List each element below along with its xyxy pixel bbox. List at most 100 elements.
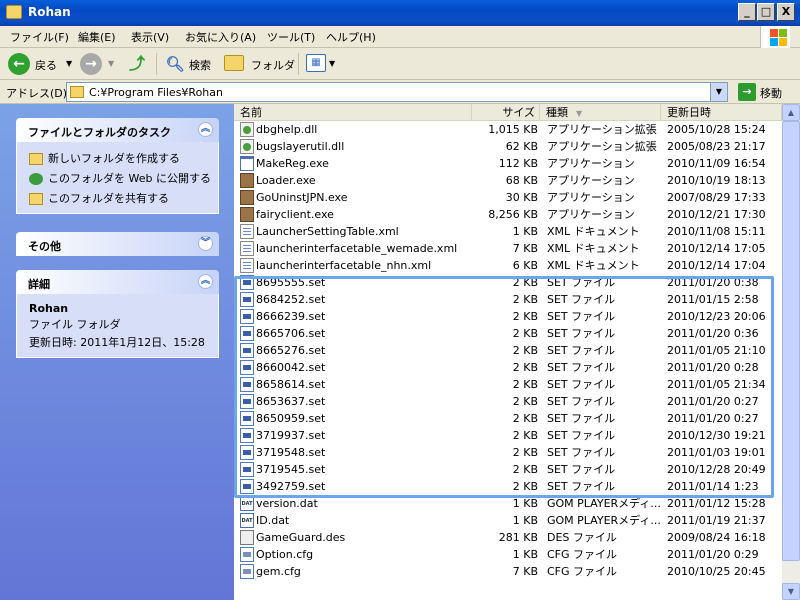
views-icon[interactable]: ▦ xyxy=(306,54,326,72)
file-row[interactable]: DAT ID.dat 1 KB GOM PLAYERメディ... 2011/01/19 … xyxy=(234,512,782,529)
file-type: アプリケーション xyxy=(547,157,635,170)
file-row[interactable]: GoUninstJPN.exe 30 KB アプリケーション 2007/08/29 1… xyxy=(234,189,782,206)
task-label[interactable]: このフォルダを Web に公開する xyxy=(48,172,211,185)
back-dropdown-icon[interactable]: ▼ xyxy=(66,59,72,68)
details-name: Rohan xyxy=(29,302,69,315)
file-row[interactable]: 3719548.set 2 KB SET ファイル 2011/01/03 19:01 xyxy=(234,444,782,461)
other-panel: その他 ︾ xyxy=(16,232,219,256)
maximize-button[interactable]: □ xyxy=(757,3,775,21)
set-file-icon xyxy=(240,377,254,392)
file-row[interactable]: launcherinterfacetable_wemade.xml 7 KB XML… xyxy=(234,240,782,257)
file-size: 7 KB xyxy=(512,242,538,255)
file-row[interactable]: launcherinterfacetable_nhn.xml 6 KB XML ドキ… xyxy=(234,257,782,274)
task-label[interactable]: 新しいフォルダを作成する xyxy=(48,152,180,165)
file-row[interactable]: GameGuard.des 281 KB DES ファイル 2009/08/24 16… xyxy=(234,529,782,546)
task-share-folder[interactable]: このフォルダを共有する xyxy=(29,190,169,206)
minimize-button[interactable]: _ xyxy=(738,3,756,21)
folders-button-label[interactable]: フォルダ xyxy=(251,57,295,73)
file-size: 2 KB xyxy=(512,361,538,374)
menu-help[interactable]: ヘルプ(H) xyxy=(326,29,376,45)
scroll-up-icon[interactable]: ▲ xyxy=(782,104,800,121)
column-type[interactable]: 種類 ▼ xyxy=(540,104,661,121)
des-file-icon xyxy=(240,530,254,545)
other-panel-header[interactable]: その他 ︾ xyxy=(16,232,219,256)
column-date[interactable]: 更新日時 xyxy=(661,104,782,121)
file-row[interactable]: 8695555.set 2 KB SET ファイル 2011/01/20 0:38 xyxy=(234,274,782,291)
address-path[interactable]: C:¥Program Files¥Rohan xyxy=(89,86,223,99)
file-size: 1 KB xyxy=(512,514,538,527)
forward-dropdown-icon[interactable]: ▼ xyxy=(108,59,114,68)
sort-arrow-icon: ▼ xyxy=(576,109,583,118)
file-row[interactable]: 8660042.set 2 KB SET ファイル 2011/01/20 0:28 xyxy=(234,359,782,376)
column-size[interactable]: サイズ xyxy=(472,104,540,121)
file-type: SET ファイル xyxy=(547,395,616,408)
menu-tools[interactable]: ツール(T) xyxy=(267,29,315,45)
file-row[interactable]: 8666239.set 2 KB SET ファイル 2010/12/23 20:06 xyxy=(234,308,782,325)
file-row[interactable]: 8650959.set 2 KB SET ファイル 2011/01/20 0:27 xyxy=(234,410,782,427)
go-button-label[interactable]: 移動 xyxy=(760,85,782,101)
back-button-label[interactable]: 戻る xyxy=(35,57,57,73)
file-row[interactable]: 8665276.set 2 KB SET ファイル 2011/01/05 21:10 xyxy=(234,342,782,359)
file-row[interactable]: LauncherSettingTable.xml 1 KB XML ドキュメント 20… xyxy=(234,223,782,240)
up-folder-icon[interactable]: ⤴ xyxy=(126,53,148,75)
menu-view[interactable]: 表示(V) xyxy=(131,29,169,45)
collapse-chevron-icon[interactable]: ︽ xyxy=(198,274,213,289)
views-dropdown-icon[interactable]: ▼ xyxy=(329,59,335,68)
tasks-panel: ファイルとフォルダのタスク ︽ 新しいフォルダを作成する このフォルダを Web… xyxy=(16,118,219,214)
address-input[interactable]: C:¥Program Files¥Rohan ▼ xyxy=(66,82,728,102)
file-row[interactable]: 3492759.set 2 KB SET ファイル 2011/01/14 1:23 xyxy=(234,478,782,495)
file-row[interactable]: 8653637.set 2 KB SET ファイル 2011/01/20 0:27 xyxy=(234,393,782,410)
file-type: SET ファイル xyxy=(547,446,616,459)
column-header: 名前 サイズ 種類 ▼ 更新日時 xyxy=(234,104,782,121)
search-icon[interactable]: 🔍︎ xyxy=(164,53,186,75)
file-date: 2011/01/20 0:27 xyxy=(667,412,759,425)
column-name[interactable]: 名前 xyxy=(234,104,472,121)
xml-file-icon xyxy=(240,258,254,273)
file-name: GameGuard.des xyxy=(256,531,346,544)
scroll-down-icon[interactable]: ▼ xyxy=(782,583,800,600)
file-row[interactable]: 3719545.set 2 KB SET ファイル 2010/12/28 20:49 xyxy=(234,461,782,478)
vertical-scrollbar[interactable]: ▲ ▼ xyxy=(782,104,800,600)
file-size: 8,256 KB xyxy=(488,208,538,221)
back-arrow-icon[interactable]: ← xyxy=(8,53,30,75)
set-file-icon xyxy=(240,275,254,290)
menu-file[interactable]: ファイル(F) xyxy=(10,29,69,45)
file-row[interactable]: DAT version.dat 1 KB GOM PLAYERメディ... 2011/0… xyxy=(234,495,782,512)
details-panel-header[interactable]: 詳細 ︽ xyxy=(16,270,219,294)
task-publish-web[interactable]: このフォルダを Web に公開する xyxy=(29,170,211,186)
file-row[interactable]: 8665706.set 2 KB SET ファイル 2011/01/20 0:36 xyxy=(234,325,782,342)
menu-edit[interactable]: 編集(E) xyxy=(78,29,116,45)
task-new-folder[interactable]: 新しいフォルダを作成する xyxy=(29,150,180,166)
expand-chevron-icon[interactable]: ︾ xyxy=(198,236,213,251)
file-size: 2 KB xyxy=(512,310,538,323)
task-label[interactable]: このフォルダを共有する xyxy=(48,192,169,205)
file-row[interactable]: 3719937.set 2 KB SET ファイル 2010/12/30 19:21 xyxy=(234,427,782,444)
title-bar: Rohan _ □ X xyxy=(0,0,800,26)
close-button[interactable]: X xyxy=(777,3,795,21)
scroll-thumb[interactable] xyxy=(782,121,800,561)
search-button-label[interactable]: 検索 xyxy=(189,57,211,73)
file-row[interactable]: Option.cfg 1 KB CFG ファイル 2011/01/20 0:29 xyxy=(234,546,782,563)
tasks-panel-header[interactable]: ファイルとフォルダのタスク ︽ xyxy=(16,118,219,142)
file-size: 2 KB xyxy=(512,480,538,493)
file-row[interactable]: 8658614.set 2 KB SET ファイル 2011/01/05 21:34 xyxy=(234,376,782,393)
file-name: fairyclient.exe xyxy=(256,208,334,221)
forward-arrow-icon[interactable]: → xyxy=(80,53,102,75)
set-file-icon xyxy=(240,360,254,375)
file-row[interactable]: MakeReg.exe 112 KB アプリケーション 2010/11/09 16:5… xyxy=(234,155,782,172)
file-row[interactable]: 8684252.set 2 KB SET ファイル 2011/01/15 2:58 xyxy=(234,291,782,308)
folders-icon[interactable] xyxy=(224,55,244,71)
file-date: 2011/01/14 1:23 xyxy=(667,480,759,493)
task-pane: ファイルとフォルダのタスク ︽ 新しいフォルダを作成する このフォルダを Web… xyxy=(0,104,234,600)
address-dropdown-icon[interactable]: ▼ xyxy=(710,83,727,101)
file-row[interactable]: Loader.exe 68 KB アプリケーション 2010/10/19 18:13 xyxy=(234,172,782,189)
menu-favorites[interactable]: お気に入り(A) xyxy=(185,29,256,45)
go-arrow-icon[interactable]: → xyxy=(738,83,756,101)
file-size: 2 KB xyxy=(512,446,538,459)
file-row[interactable]: bugslayerutil.dll 62 KB アプリケーション拡張 2005/08/… xyxy=(234,138,782,155)
file-row[interactable]: dbghelp.dll 1,015 KB アプリケーション拡張 2005/10/28 … xyxy=(234,121,782,138)
dat-file-icon: DAT xyxy=(240,513,254,528)
collapse-chevron-icon[interactable]: ︽ xyxy=(198,122,213,137)
file-row[interactable]: gem.cfg 7 KB CFG ファイル 2010/10/25 20:45 xyxy=(234,563,782,580)
file-row[interactable]: fairyclient.exe 8,256 KB アプリケーション 2010/12/2… xyxy=(234,206,782,223)
